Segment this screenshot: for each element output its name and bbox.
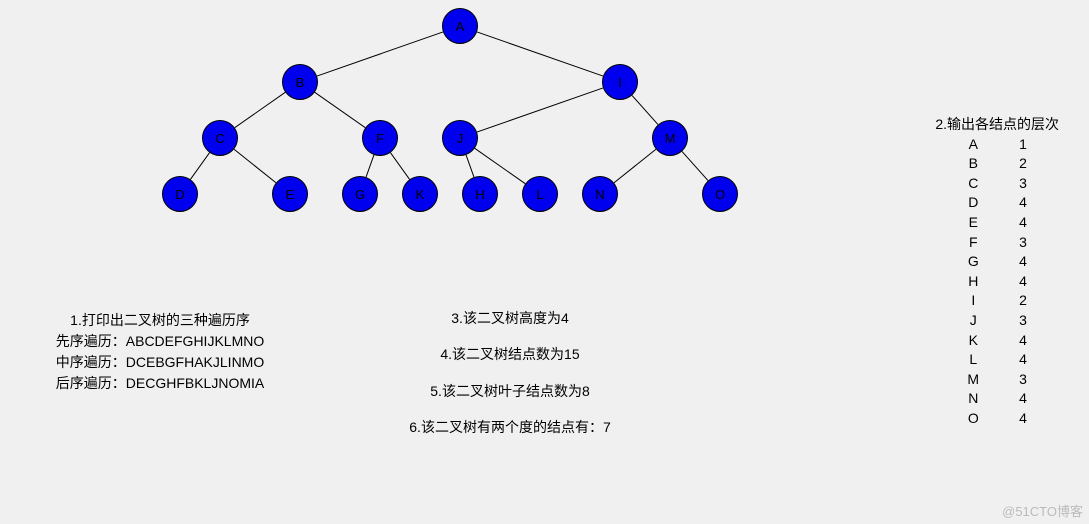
levels-value: 4 <box>999 272 1047 292</box>
tree-edge <box>317 32 443 76</box>
tree-node-J: J <box>442 120 478 156</box>
tree-edge <box>614 149 656 183</box>
levels-value: 2 <box>999 154 1047 174</box>
levels-value: 4 <box>999 389 1047 409</box>
levels-value: 3 <box>999 233 1047 253</box>
tree-edge <box>477 88 603 132</box>
levels-node: J <box>947 311 999 331</box>
preorder-label: 先序遍历： <box>56 333 126 349</box>
tree-edge <box>390 153 409 180</box>
preorder-value: ABCDEFGHIJKLMNO <box>126 333 264 349</box>
levels-value: 4 <box>999 409 1047 429</box>
stats-block: 3.该二叉树高度为4 4.该二叉树结点数为15 5.该二叉树叶子结点数为8 6.… <box>350 300 670 446</box>
levels-node: A <box>947 135 999 155</box>
levels-node: I <box>947 291 999 311</box>
tree-node-K: K <box>402 176 438 212</box>
levels-row: G4 <box>947 252 1046 272</box>
tree-node-N: N <box>582 176 618 212</box>
watermark: @51CTO博客 <box>1002 501 1083 520</box>
stat-degree2: 6.该二叉树有两个度的结点有：7 <box>350 409 670 445</box>
tree-node-D: D <box>162 176 198 212</box>
postorder-label: 后序遍历： <box>56 375 126 391</box>
tree-node-B: B <box>282 64 318 100</box>
levels-node: L <box>947 350 999 370</box>
tree-edge <box>466 155 474 177</box>
tree-node-G: G <box>342 176 378 212</box>
tree-node-H: H <box>462 176 498 212</box>
preorder-row: 先序遍历：ABCDEFGHIJKLMNO <box>30 331 290 352</box>
inorder-row: 中序遍历：DCEBGFHAKJLINMO <box>30 352 290 373</box>
levels-title: 2.输出各结点的层次 <box>935 115 1059 135</box>
levels-node: B <box>947 154 999 174</box>
levels-value: 4 <box>999 252 1047 272</box>
levels-value: 1 <box>999 135 1047 155</box>
levels-node: O <box>947 409 999 429</box>
inorder-label: 中序遍历： <box>56 354 126 370</box>
levels-value: 4 <box>999 350 1047 370</box>
levels-table: A1B2C3D4E4F3G4H4I2J3K4L4M3N4O4 <box>947 135 1046 429</box>
tree-edge <box>315 92 366 127</box>
levels-row: K4 <box>947 331 1046 351</box>
traversal-title: 1.打印出二叉树的三种遍历序 <box>30 310 290 331</box>
levels-value: 4 <box>999 193 1047 213</box>
binary-tree-diagram: A B I C F J M D EGKHLN O <box>140 8 780 228</box>
tree-node-L: L <box>522 176 558 212</box>
inorder-value: DCEBGFHAKJLINMO <box>126 354 264 370</box>
levels-row: N4 <box>947 389 1046 409</box>
levels-node: E <box>947 213 999 233</box>
tree-node-F: F <box>362 120 398 156</box>
stat-height: 3.该二叉树高度为4 <box>350 300 670 336</box>
levels-row: F3 <box>947 233 1046 253</box>
levels-row: E4 <box>947 213 1046 233</box>
tree-edge <box>632 95 658 124</box>
levels-node: K <box>947 331 999 351</box>
tree-node-A: A <box>442 8 478 44</box>
tree-node-E: E <box>272 176 308 212</box>
tree-edge <box>682 151 708 180</box>
levels-node: F <box>947 233 999 253</box>
levels-node: C <box>947 174 999 194</box>
stat-leaf-count: 5.该二叉树叶子结点数为8 <box>350 373 670 409</box>
levels-node: N <box>947 389 999 409</box>
levels-value: 3 <box>999 174 1047 194</box>
levels-node: G <box>947 252 999 272</box>
levels-row: L4 <box>947 350 1046 370</box>
tree-edge <box>477 32 603 76</box>
levels-row: H4 <box>947 272 1046 292</box>
tree-edge <box>190 153 209 180</box>
postorder-value: DECGHFBKLJNOMIA <box>126 375 264 391</box>
tree-edge <box>235 92 286 127</box>
levels-value: 3 <box>999 311 1047 331</box>
levels-row: O4 <box>947 409 1046 429</box>
levels-row: A1 <box>947 135 1046 155</box>
levels-node: D <box>947 193 999 213</box>
levels-row: D4 <box>947 193 1046 213</box>
levels-row: I2 <box>947 291 1046 311</box>
tree-node-I: I <box>602 64 638 100</box>
levels-row: B2 <box>947 154 1046 174</box>
levels-node: H <box>947 272 999 292</box>
levels-row: M3 <box>947 370 1046 390</box>
tree-node-M: M <box>652 120 688 156</box>
levels-block: 2.输出各结点的层次 A1B2C3D4E4F3G4H4I2J3K4L4M3N4O… <box>935 115 1059 429</box>
postorder-row: 后序遍历：DECGHFBKLJNOMIA <box>30 373 290 394</box>
tree-node-C: C <box>202 120 238 156</box>
tree-node-O: O <box>702 176 738 212</box>
levels-value: 4 <box>999 331 1047 351</box>
levels-node: M <box>947 370 999 390</box>
levels-row: J3 <box>947 311 1046 331</box>
stat-node-count: 4.该二叉树结点数为15 <box>350 336 670 372</box>
levels-value: 2 <box>999 291 1047 311</box>
levels-value: 3 <box>999 370 1047 390</box>
tree-edge <box>366 155 374 177</box>
traversal-block: 1.打印出二叉树的三种遍历序 先序遍历：ABCDEFGHIJKLMNO 中序遍历… <box>30 310 290 394</box>
levels-value: 4 <box>999 213 1047 233</box>
tree-edge <box>234 149 276 183</box>
levels-row: C3 <box>947 174 1046 194</box>
